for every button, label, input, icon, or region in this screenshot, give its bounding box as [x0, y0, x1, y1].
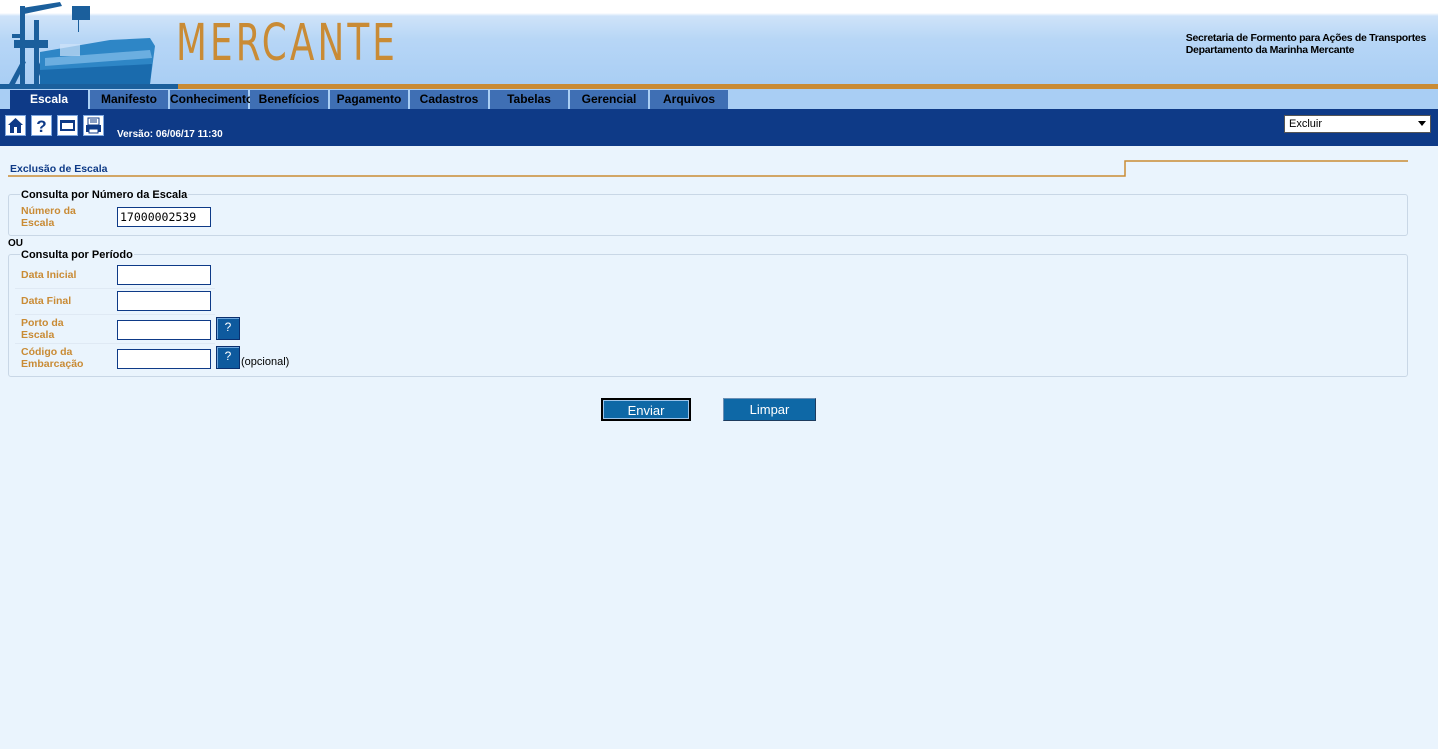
numero-escala-label-line2: Escala [21, 217, 55, 229]
tab-conhecimento[interactable]: Conhecimento [170, 90, 253, 109]
numero-escala-label-line1: Número da [21, 205, 76, 217]
organization-name: Secretaria de Formento para Ações de Tra… [1185, 32, 1427, 56]
data-final-input[interactable] [117, 291, 211, 311]
window-button[interactable] [57, 115, 78, 136]
tab-arquivos[interactable]: Arquivos [650, 90, 728, 109]
org-line-secretaria: Secretaria de Formento para Ações de Tra… [1185, 32, 1427, 44]
codigo-embarcacao-label: Código da Embarcação [21, 346, 83, 370]
codigo-embarcacao-label-line1: Código da [21, 346, 73, 358]
toolbar: ? Versão: 06/06/17 11:30 [0, 109, 1438, 146]
main-tabs: Escala Manifesto Conhecimento Benefícios… [0, 89, 1438, 109]
home-button[interactable] [5, 115, 26, 136]
porto-escala-lookup-button[interactable]: ? [216, 317, 240, 340]
action-select[interactable]: Excluir [1284, 115, 1431, 133]
porto-escala-label-line1: Porto da [21, 317, 64, 329]
title-underline [8, 160, 1408, 177]
org-line-departamento: Departamento da Marinha Mercante [1185, 44, 1355, 56]
page-title: Exclusão de Escala [10, 163, 108, 175]
row-divider [15, 343, 215, 344]
version-label: Versão: 06/06/17 11:30 [117, 129, 223, 140]
limpar-button[interactable]: Limpar [723, 398, 816, 421]
row-divider [15, 288, 215, 289]
tab-manifesto[interactable]: Manifesto [90, 90, 168, 109]
optional-note: (opcional) [241, 356, 290, 368]
numero-escala-label: Número da Escala [21, 205, 76, 229]
home-icon [8, 118, 23, 133]
print-icon [86, 117, 101, 134]
tab-escala[interactable]: Escala [10, 90, 88, 109]
svg-text:?: ? [36, 117, 46, 135]
row-divider [15, 314, 215, 315]
porto-escala-label-line2: Escala [21, 329, 55, 341]
porto-escala-input[interactable] [117, 320, 211, 340]
action-select-value: Excluir [1289, 118, 1323, 130]
print-button[interactable] [83, 115, 104, 136]
porto-escala-label: Porto da Escala [21, 317, 64, 341]
tab-cadastros[interactable]: Cadastros [410, 90, 488, 109]
app-header: MERCANTE Secretaria de Formento para Açõ… [0, 0, 1438, 90]
tab-tabelas[interactable]: Tabelas [490, 90, 568, 109]
brand-title: MERCANTE [176, 14, 399, 73]
section-numero-escala [8, 194, 1408, 236]
section-numero-escala-legend: Consulta por Número da Escala [20, 189, 189, 201]
tab-pagamento[interactable]: Pagamento [330, 90, 408, 109]
codigo-embarcacao-label-line2: Embarcação [21, 358, 84, 370]
window-icon [60, 120, 75, 131]
codigo-embarcacao-input[interactable] [117, 349, 211, 369]
data-final-label: Data Final [21, 295, 72, 307]
ship-logo-icon [0, 2, 178, 90]
section-periodo-legend: Consulta por Período [20, 249, 134, 261]
chevron-down-icon [1418, 121, 1426, 126]
numero-escala-input[interactable]: 17000002539 [117, 207, 211, 227]
enviar-button[interactable]: Enviar [601, 398, 691, 421]
data-inicial-input[interactable] [117, 265, 211, 285]
data-inicial-label: Data Inicial [21, 269, 77, 281]
or-separator: OU [8, 238, 23, 249]
codigo-embarcacao-lookup-button[interactable]: ? [216, 346, 240, 369]
tab-gerencial[interactable]: Gerencial [570, 90, 648, 109]
help-icon: ? [36, 117, 46, 135]
help-button[interactable]: ? [31, 115, 52, 136]
tab-beneficios[interactable]: Benefícios [250, 90, 328, 109]
